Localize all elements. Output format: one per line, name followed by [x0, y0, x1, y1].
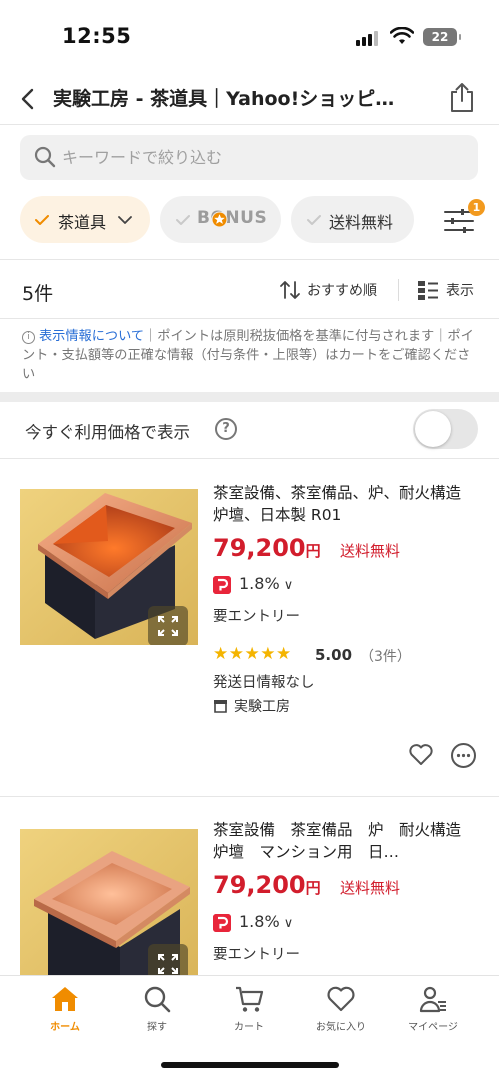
status-time: 12:55	[62, 24, 132, 48]
store-link[interactable]: 実験工房	[213, 696, 290, 716]
bonus-chip-label: BONUS	[197, 208, 268, 228]
chevron-down-icon: ∨	[279, 916, 294, 931]
back-icon[interactable]	[14, 85, 42, 113]
divider	[398, 279, 399, 301]
entry-required-label: 要エントリー	[213, 609, 300, 625]
search-input[interactable]	[62, 135, 462, 180]
search-box	[20, 135, 478, 180]
rating-stars: ★★★★★	[213, 644, 292, 664]
price-toggle-label: 今すぐ利用価格で表示	[25, 423, 190, 442]
product-card[interactable]: 茶室設備、茶室備品、炉、耐火構造炉壇、日本製 R01 79,200円 送料無料 …	[0, 478, 499, 796]
expand-icon	[158, 954, 178, 974]
heart-icon[interactable]	[408, 743, 434, 767]
paypay-rate[interactable]: 1.8% ∨	[239, 574, 293, 593]
tab-favorites[interactable]: お気に入り	[296, 984, 386, 1033]
more-dots	[456, 753, 471, 758]
navigation-header: 実験工房 - 茶道具｜Yahoo!ショッピ…	[0, 75, 499, 125]
check-icon	[307, 215, 321, 225]
tab-cart-label: カート	[234, 1022, 264, 1033]
expand-button[interactable]	[148, 606, 188, 645]
product-image[interactable]	[20, 489, 198, 645]
more-icon[interactable]	[451, 743, 476, 768]
bonus-chip[interactable]: BONUS	[160, 196, 281, 243]
tab-home-label: ホーム	[50, 1022, 80, 1033]
view-label: 表示	[446, 283, 474, 299]
rating-value: 5.00	[315, 646, 353, 664]
home-icon	[52, 987, 78, 1011]
sort-button[interactable]: おすすめ順	[279, 279, 377, 301]
page-title: 実験工房 - 茶道具｜Yahoo!ショッピ…	[53, 88, 395, 110]
expand-icon	[158, 616, 178, 636]
tab-favorites-label: お気に入り	[316, 1022, 366, 1033]
price-currency: 円	[305, 879, 321, 897]
product-price: 79,200円	[213, 534, 321, 562]
filter-count-badge: 1	[468, 199, 485, 216]
home-indicator	[161, 1062, 339, 1068]
cart-icon	[236, 986, 264, 1012]
sort-icon	[280, 281, 300, 299]
divider	[0, 458, 499, 459]
tab-home[interactable]: ホーム	[20, 984, 110, 1033]
paypay-rate-value: 1.8%	[239, 574, 280, 593]
category-chip[interactable]: 茶道具	[20, 196, 150, 243]
toggle-knob	[415, 411, 451, 447]
section-separator	[0, 392, 499, 402]
search-icon	[144, 986, 171, 1013]
heart-icon	[327, 986, 355, 1012]
points-notice: i 表示情報について｜ポイントは原則税抜価格を基準に付与されます｜ポイント・支払額…	[22, 327, 482, 384]
product-title[interactable]: 茶室設備、茶室備品、炉、耐火構造炉壇、日本製 R01	[213, 482, 473, 526]
tab-search-label: 探す	[147, 1022, 167, 1033]
chevron-down-icon	[118, 216, 132, 224]
shipping-label: 送料無料	[340, 879, 401, 897]
entry-required-label: 要エントリー	[213, 947, 300, 963]
review-count[interactable]: （3件）	[360, 646, 411, 666]
paypay-icon	[213, 576, 231, 594]
category-chip-label: 茶道具	[58, 213, 107, 232]
share-icon[interactable]	[448, 81, 476, 113]
paypay-icon	[213, 914, 231, 932]
view-toggle-button[interactable]: 表示	[417, 279, 474, 301]
status-bar: 12:55 22	[0, 0, 499, 75]
divider	[0, 318, 499, 319]
product-price: 79,200円	[213, 871, 321, 899]
divider	[0, 796, 499, 797]
tab-mypage-label: マイページ	[408, 1022, 458, 1033]
free-shipping-chip[interactable]: 送料無料	[291, 196, 414, 243]
price-value: 79,200	[213, 534, 306, 562]
tab-cart[interactable]: カート	[204, 984, 294, 1033]
display-info-link[interactable]: 表示情報について	[39, 329, 144, 344]
price-currency: 円	[305, 542, 321, 560]
price-value: 79,200	[213, 871, 306, 899]
ship-date-info: 発送日情報なし	[213, 675, 315, 691]
info-icon: i	[22, 331, 35, 344]
help-icon[interactable]: ?	[215, 418, 237, 440]
check-icon	[176, 215, 190, 225]
tab-search[interactable]: 探す	[112, 984, 202, 1033]
expand-button[interactable]	[148, 944, 188, 975]
product-image[interactable]	[20, 829, 198, 975]
product-title[interactable]: 茶室設備 茶室備品 炉 耐火構造炉壇 マンション用 日…	[213, 819, 473, 863]
store-icon	[214, 700, 227, 713]
shipping-label: 送料無料	[340, 542, 401, 560]
battery-icon: 22	[423, 28, 461, 46]
person-icon	[419, 986, 446, 1013]
check-icon	[35, 215, 49, 225]
product-card[interactable]: 茶室設備 茶室備品 炉 耐火構造炉壇 マンション用 日… 79,200円 送料無…	[0, 816, 499, 975]
wifi-icon	[390, 27, 414, 44]
paypay-rate-value: 1.8%	[239, 912, 280, 931]
price-toggle-switch[interactable]	[413, 409, 478, 449]
signal-icon	[356, 30, 382, 46]
sort-label: おすすめ順	[307, 283, 377, 299]
result-count: 5件	[22, 283, 54, 305]
divider	[0, 259, 499, 260]
tab-mypage[interactable]: マイページ	[388, 984, 478, 1033]
free-shipping-chip-label: 送料無料	[329, 213, 394, 232]
list-view-icon	[418, 281, 438, 300]
star-icon	[211, 211, 228, 228]
store-name: 実験工房	[234, 699, 290, 715]
search-icon	[34, 146, 56, 168]
paypay-rate[interactable]: 1.8% ∨	[239, 912, 293, 931]
chevron-down-icon: ∨	[279, 578, 294, 593]
